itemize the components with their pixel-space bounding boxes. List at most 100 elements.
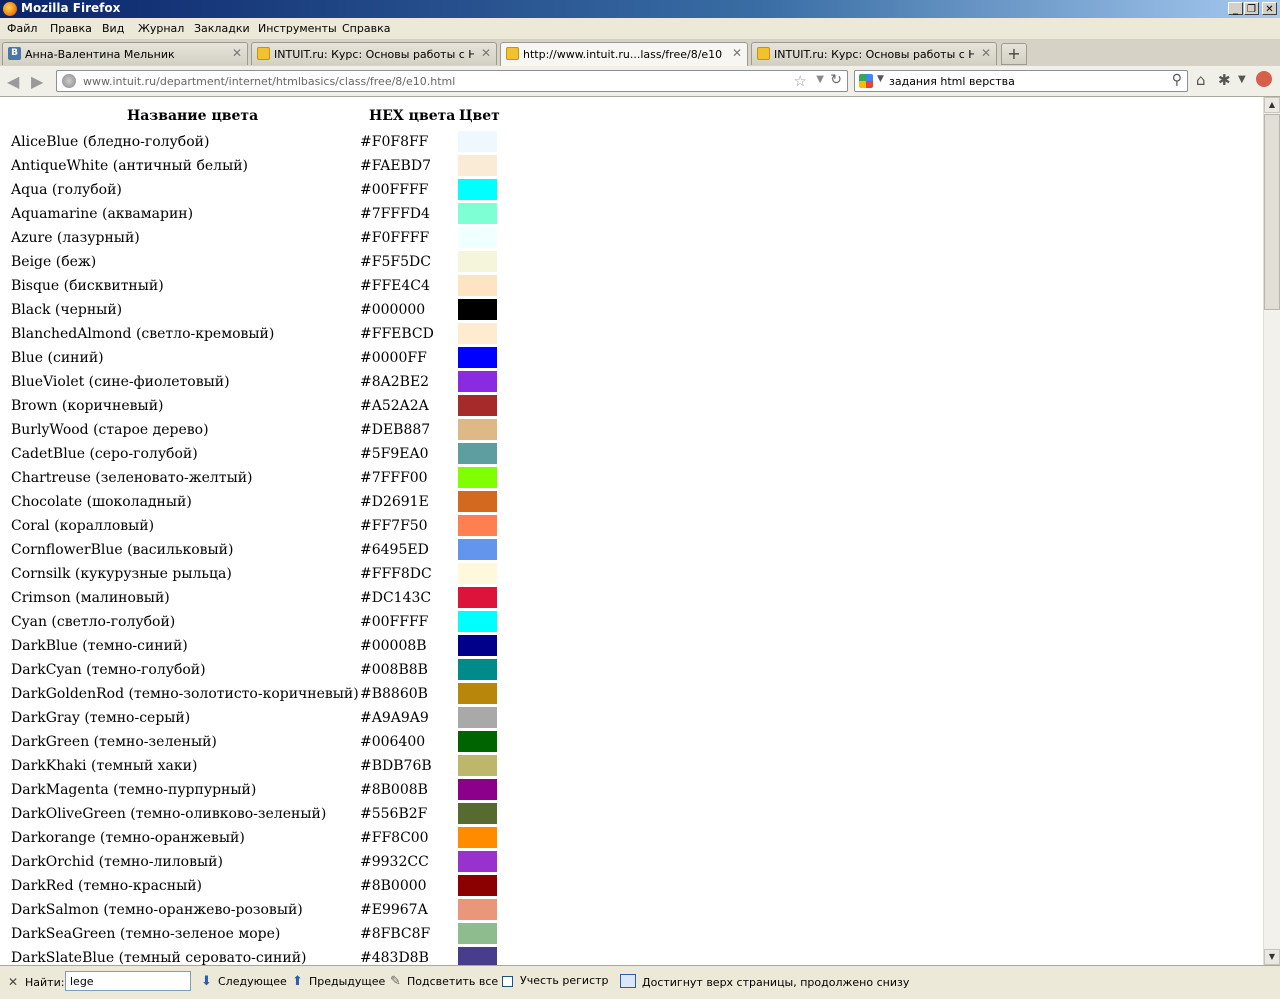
google-icon[interactable] xyxy=(859,74,873,88)
menu-view[interactable]: Вид xyxy=(102,22,124,35)
table-row: CornflowerBlue (васильковый) #6495ED xyxy=(0,537,600,561)
bookmark-star-icon[interactable]: ☆ xyxy=(794,72,807,90)
match-case-checkbox[interactable] xyxy=(502,976,513,987)
search-bar[interactable]: ▼ задания html верства ⚲ xyxy=(854,70,1188,92)
close-tab-icon[interactable]: ✕ xyxy=(981,46,991,60)
tab-label: Анна-Валентина Мельник xyxy=(25,48,175,61)
close-window-button[interactable]: ✕ xyxy=(1262,2,1277,15)
tab-vk[interactable]: B Анна-Валентина Мельник ✕ xyxy=(2,42,248,65)
site-identity-icon[interactable] xyxy=(62,74,76,88)
url-bar[interactable]: www.intuit.ru/department/internet/htmlba… xyxy=(56,70,848,92)
home-icon[interactable]: ⌂ xyxy=(1196,71,1206,89)
menu-history[interactable]: Журнал xyxy=(138,22,184,35)
header-color-name: Название цвета xyxy=(127,108,259,124)
color-swatch xyxy=(458,371,497,392)
url-dropdown-icon[interactable]: ▼ xyxy=(816,74,824,85)
color-name: DarkOrchid (темно-лиловый) xyxy=(11,854,223,870)
table-row: AntiqueWhite (античный белый) #FAEBD7 xyxy=(0,153,600,177)
find-status: Достигнут верх страницы, продолжено сниз… xyxy=(620,974,909,989)
notification-icon[interactable] xyxy=(1256,71,1272,87)
table-row: AliceBlue (бледно-голубой) #F0F8FF xyxy=(0,129,600,153)
color-swatch xyxy=(458,251,497,272)
highlighter-icon: ✎ xyxy=(390,974,401,989)
find-prev-label: Предыдущее xyxy=(309,975,386,988)
navigation-bar: ◀ ▶ www.intuit.ru/department/internet/ht… xyxy=(0,66,1280,97)
tab-e10-active[interactable]: http://www.intuit.ru...lass/free/8/e10.h… xyxy=(500,42,748,67)
table-row: DarkCyan (темно-голубой) #008B8B xyxy=(0,657,600,681)
maximize-button[interactable]: ❐ xyxy=(1244,2,1259,15)
color-hex: #5F9EA0 xyxy=(360,446,429,462)
addon-icon[interactable]: ✱ xyxy=(1218,71,1231,89)
scroll-down-arrow-icon[interactable]: ▼ xyxy=(1264,949,1280,965)
forward-arrow-icon[interactable]: ▶ xyxy=(31,72,43,91)
color-name: DarkOliveGreen (темно-оливково-зеленый) xyxy=(11,806,327,822)
table-row: DarkSlateBlue (темный серовато-синий) #48… xyxy=(0,945,600,965)
new-tab-button[interactable]: + xyxy=(1001,43,1027,65)
color-name: DarkBlue (темно-синий) xyxy=(11,638,188,654)
table-row: BurlyWood (старое дерево) #DEB887 xyxy=(0,417,600,441)
highlight-all-button[interactable]: ✎ Подсветить все xyxy=(390,974,498,989)
table-row: Darkorange (темно-оранжевый) #FF8C00 xyxy=(0,825,600,849)
tab-intuit-course-2[interactable]: INTUIT.ru: Курс: Основы работы с НТМ... … xyxy=(751,42,997,65)
color-swatch xyxy=(458,827,497,848)
reload-icon[interactable]: ↻ xyxy=(830,72,842,88)
match-case-label[interactable]: Учесть регистр xyxy=(520,974,609,987)
find-status-text: Достигнут верх страницы, продолжено сниз… xyxy=(642,976,910,989)
back-arrow-icon[interactable]: ◀ xyxy=(7,72,19,91)
color-hex: #F5F5DC xyxy=(360,254,431,270)
close-tab-icon[interactable]: ✕ xyxy=(481,46,491,60)
find-next-button[interactable]: ⬇ Следующее xyxy=(201,974,287,989)
find-input[interactable]: lege xyxy=(65,971,191,991)
find-input-value: lege xyxy=(70,975,94,988)
color-swatch xyxy=(458,611,497,632)
color-hex: #8B008B xyxy=(360,782,428,798)
table-row: Crimson (малиновый) #DC143C xyxy=(0,585,600,609)
table-row: Coral (коралловый) #FF7F50 xyxy=(0,513,600,537)
color-name: BurlyWood (старое дерево) xyxy=(11,422,209,438)
header-swatch: Цвет xyxy=(459,108,500,124)
color-hex: #FF8C00 xyxy=(360,830,429,846)
menu-edit[interactable]: Правка xyxy=(50,22,92,35)
color-hex: #000000 xyxy=(360,302,426,318)
color-swatch xyxy=(458,299,497,320)
menu-file[interactable]: Файл xyxy=(7,22,37,35)
scrollbar-thumb[interactable] xyxy=(1264,114,1280,310)
search-query: задания html верства xyxy=(889,75,1015,88)
table-row: DarkSalmon (темно-оранжево-розовый) #E996… xyxy=(0,897,600,921)
arrow-up-icon: ⬆ xyxy=(292,974,303,989)
color-name: CornflowerBlue (васильковый) xyxy=(11,542,234,558)
tab-bar: B Анна-Валентина Мельник ✕ INTUIT.ru: Ку… xyxy=(0,40,1280,67)
color-hex: #E9967A xyxy=(360,902,428,918)
vertical-scrollbar[interactable]: ▲ ▼ xyxy=(1263,97,1280,965)
color-swatch xyxy=(458,947,497,965)
minimize-button[interactable]: _ xyxy=(1228,2,1243,15)
color-swatch xyxy=(458,347,497,368)
close-tab-icon[interactable]: ✕ xyxy=(732,46,742,60)
menu-bookmarks[interactable]: Закладки xyxy=(194,22,250,35)
color-name: Brown (коричневый) xyxy=(11,398,164,414)
color-swatch xyxy=(458,731,497,752)
search-icon[interactable]: ⚲ xyxy=(1172,72,1182,88)
color-swatch xyxy=(458,155,497,176)
highlight-all-label: Подсветить все xyxy=(407,975,499,988)
scroll-up-arrow-icon[interactable]: ▲ xyxy=(1264,97,1280,113)
color-name: Azure (лазурный) xyxy=(11,230,140,246)
color-swatch xyxy=(458,443,497,464)
color-name: DarkMagenta (темно-пурпурный) xyxy=(11,782,257,798)
search-engine-dropdown-icon[interactable]: ▼ xyxy=(877,74,884,84)
color-hex: #00008B xyxy=(360,638,427,654)
find-prev-button[interactable]: ⬆ Предыдущее xyxy=(292,974,385,989)
menu-help[interactable]: Справка xyxy=(342,22,390,35)
color-swatch xyxy=(458,515,497,536)
color-swatch xyxy=(458,131,497,152)
color-hex: #FFE4C4 xyxy=(360,278,430,294)
close-tab-icon[interactable]: ✕ xyxy=(232,46,242,60)
tab-intuit-course-1[interactable]: INTUIT.ru: Курс: Основы работы с НТМ... … xyxy=(251,42,497,65)
color-name: Chartreuse (зеленовато-желтый) xyxy=(11,470,253,486)
menu-tools[interactable]: Инструменты xyxy=(258,22,337,35)
table-row: CadetBlue (серо-голубой) #5F9EA0 xyxy=(0,441,600,465)
title-bar: Mozilla Firefox _ ❐ ✕ xyxy=(0,0,1280,18)
menu-dropdown-icon[interactable]: ▼ xyxy=(1238,74,1246,85)
url-text: www.intuit.ru/department/internet/htmlba… xyxy=(83,75,456,88)
close-find-bar-icon[interactable]: ✕ xyxy=(8,975,18,989)
